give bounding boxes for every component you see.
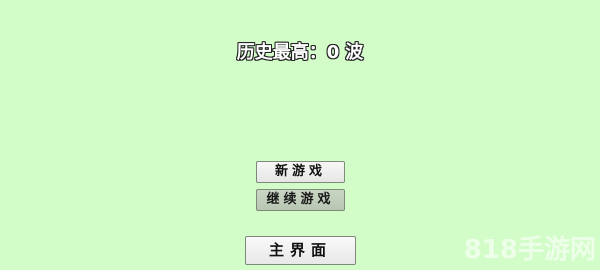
best-score-label: 历史最高： [236, 42, 327, 63]
new-game-button[interactable]: 新游戏 [256, 161, 345, 183]
game-menu-screen: 历史最高：0 波 新游戏 继续游戏 主界面 818手游网 [0, 0, 600, 270]
continue-game-button[interactable]: 继续游戏 [256, 189, 345, 211]
best-score-banner: 历史最高：0 波 [0, 38, 600, 64]
watermark-logo: 818手游网 [463, 235, 596, 265]
main-menu-button[interactable]: 主界面 [245, 236, 356, 265]
best-score-value: 0 [326, 42, 340, 63]
best-score-unit: 波 [345, 42, 364, 63]
